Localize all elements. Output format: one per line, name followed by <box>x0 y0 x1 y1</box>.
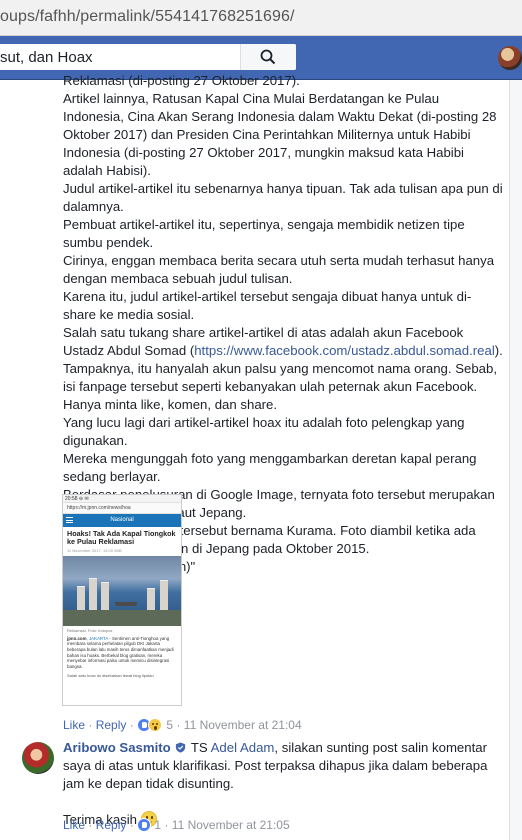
profile-avatar[interactable] <box>498 46 522 70</box>
article-time: 11 November 2017, 13:00 WIB <box>67 547 122 553</box>
author-name[interactable]: Aribowo Sasmito <box>63 740 171 755</box>
article-body-text: - Sentimen anti-Tionghoa yang membara se… <box>67 635 174 669</box>
comment-paragraph: Pembuat artikel-artikel itu, sepertinya,… <box>63 217 465 250</box>
reaction-count[interactable]: 5 <box>166 718 173 732</box>
search-icon <box>260 49 276 65</box>
reactions-icon[interactable] <box>137 718 163 732</box>
content-area: Reklamasi (di-posting 27 Oktober 2017). … <box>0 73 522 840</box>
comment-paragraph: Salah satu tukang share artikel-artikel … <box>63 324 503 360</box>
article-footer: Salah satu hoax itu disebarkan lewat blo… <box>67 673 154 679</box>
attached-screenshot[interactable]: 20:58 ⊖ ✉ https://m.jpnn.com/news/hoa Na… <box>62 494 182 706</box>
comment-timestamp[interactable]: 11 November at 21:05 <box>172 818 290 832</box>
search-button[interactable] <box>240 44 296 70</box>
article-city: , JAKARTA <box>86 635 109 641</box>
reply-text: Aribowo Sasmito TS Adel Adam, silakan su… <box>63 739 503 829</box>
comment-paragraph: Yang lucu lagi dari artikel-artikel hoax… <box>63 415 465 448</box>
article-body: jpnn.com, JAKARTA - Sentimen anti-Tiongh… <box>63 635 181 671</box>
facebook-link[interactable]: https://www.facebook.com/ustadz.abdul.so… <box>194 343 495 358</box>
url-text[interactable]: oups/fafhh/permalink/554141768251696/ <box>0 8 295 26</box>
like-reaction-icon <box>137 818 152 832</box>
like-link[interactable]: Like <box>63 718 85 732</box>
reply-actions: Like · Reply · 1 · 11 November at 21:05 <box>63 818 290 832</box>
article-headline: Hoaks! Tak Ada Kapal Tiongkok ke Pulau R… <box>67 529 176 547</box>
avatar[interactable] <box>22 742 54 774</box>
wow-reaction-icon <box>148 718 163 732</box>
shield-icon <box>176 742 186 753</box>
reactions-icon[interactable] <box>137 818 152 832</box>
site-nav-bar: Nasional <box>63 514 181 527</box>
site-section: Nasional <box>110 517 134 523</box>
browser-url-bar[interactable]: oups/fafhh/permalink/554141768251696/ <box>0 0 522 36</box>
comment-text-span: ). <box>494 343 503 358</box>
comment-paragraph: Artikel lainnya, Ratusan Kapal Cina Mula… <box>63 91 497 178</box>
comment-paragraph: Reklamasi (di-posting 27 Oktober 2017). <box>63 73 300 88</box>
comment-paragraph: Judul artikel-artikel itu sebenarnya han… <box>63 181 503 214</box>
comment-timestamp[interactable]: 11 November at 21:04 <box>184 718 302 732</box>
tagged-user[interactable]: Adel Adam <box>211 740 275 755</box>
ship-shape <box>115 601 137 606</box>
comment-paragraph: Mereka mengunggah foto yang menggambarka… <box>63 451 477 484</box>
phone-address-bar: https://m.jpnn.com/news/hoa <box>63 503 181 514</box>
photo-caption: Reklamasi. Foto: Indopos <box>67 627 113 633</box>
like-link[interactable]: Like <box>63 818 85 832</box>
comment-actions: Like · Reply · 5 · 11 November at 21:04 <box>63 718 302 732</box>
reaction-count[interactable]: 1 <box>154 818 161 832</box>
reply-link[interactable]: Reply <box>96 718 127 732</box>
menu-icon <box>66 517 73 523</box>
comment-paragraph: Cirinya, enggan membaca berita secara ut… <box>63 253 495 286</box>
comment-paragraph: Tampaknya, itu hanyalah akun palsu yang … <box>63 361 497 412</box>
article-brand: jpnn.com <box>67 635 87 641</box>
post-card: Reklamasi (di-posting 27 Oktober 2017). … <box>0 73 510 840</box>
search-input[interactable]: sut, dan Hoax <box>0 44 296 70</box>
search-query-text[interactable]: sut, dan Hoax <box>0 49 93 66</box>
comment-paragraph: Karena itu, judul artikel-artikel terseb… <box>63 289 472 322</box>
article-photo <box>63 555 181 626</box>
reply-link[interactable]: Reply <box>96 818 127 832</box>
phone-status-bar: 20:58 ⊖ ✉ <box>63 495 181 503</box>
ts-label: TS <box>190 740 208 755</box>
